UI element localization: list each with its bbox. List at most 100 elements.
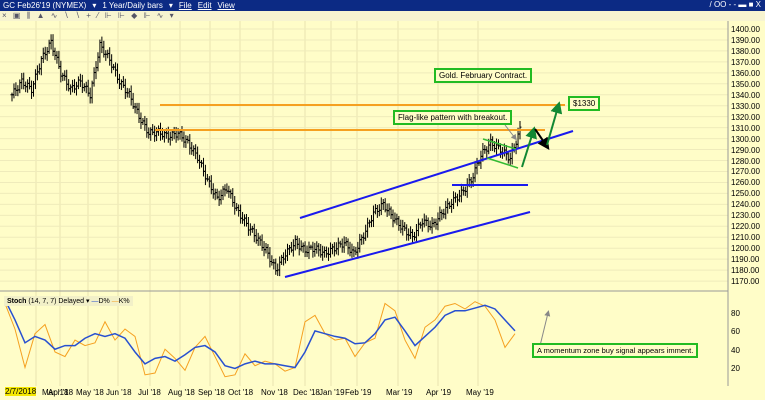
flag-annotation: Flag-like pattern with breakout.	[393, 110, 513, 125]
price-bar	[266, 244, 270, 259]
price-bar	[123, 78, 127, 100]
stoch-k-label: K%	[118, 298, 130, 305]
price-bar	[14, 82, 18, 96]
date-tick: Apr '19	[426, 388, 452, 397]
price-tick: 1270.00	[731, 167, 760, 177]
price-chart[interactable]	[0, 0, 765, 400]
price-bar	[438, 206, 442, 222]
price-bar	[303, 241, 307, 258]
price-bar	[305, 245, 309, 258]
price-tick: 1350.00	[731, 79, 760, 89]
price-bar	[133, 102, 137, 114]
stoch-name: Stoch	[7, 298, 27, 305]
price-bar	[78, 73, 82, 87]
stoch-legend[interactable]: Stoch (14, 7, 7) Delayed ▾ —D% —K%	[4, 296, 133, 306]
price-tick: 1180.00	[731, 266, 760, 276]
projection-arrow-up-2	[546, 101, 563, 146]
target-annotation: $1330	[568, 96, 601, 111]
price-bar	[495, 138, 499, 156]
price-bar	[102, 40, 106, 58]
price-tick: 1310.00	[731, 123, 760, 133]
price-bar	[448, 201, 452, 209]
price-tick: 1200.00	[731, 244, 760, 254]
price-bar	[188, 134, 192, 155]
price-bar	[119, 79, 123, 91]
price-bar	[186, 135, 190, 144]
price-bar	[465, 178, 469, 198]
price-bar	[200, 159, 204, 168]
price-bar	[364, 224, 368, 241]
price-bar	[43, 46, 47, 60]
price-bar	[285, 243, 289, 261]
price-bar	[170, 129, 174, 141]
price-bar	[76, 76, 80, 90]
price-bar	[414, 223, 418, 244]
price-bar	[243, 214, 247, 227]
price-bar	[315, 241, 319, 254]
price-bar	[366, 217, 370, 238]
price-bar	[311, 241, 315, 258]
price-bar	[301, 242, 305, 253]
price-bar	[407, 228, 411, 241]
flag-lower-line	[486, 157, 519, 169]
stoch-tick: 80	[731, 309, 740, 318]
price-bar	[49, 34, 53, 50]
price-bar	[440, 209, 444, 221]
price-bar	[139, 112, 143, 129]
price-bar	[215, 188, 219, 200]
price-bar	[498, 143, 502, 158]
stoch-d-label: D%	[98, 298, 110, 305]
price-bar	[41, 47, 45, 64]
price-bar	[127, 88, 131, 98]
price-bar	[510, 142, 514, 165]
price-tick: 1220.00	[731, 222, 760, 232]
price-bar	[332, 242, 336, 257]
price-bar	[110, 54, 114, 74]
date-tick: Apr '18	[48, 388, 74, 397]
stoch-dropdown-arrow-icon[interactable]: ▾	[86, 298, 90, 305]
price-bar	[141, 117, 145, 126]
price-bar	[190, 141, 194, 155]
price-bar	[256, 232, 260, 246]
price-bar	[342, 236, 346, 253]
price-bar	[389, 206, 393, 220]
price-bar	[53, 47, 57, 61]
price-bar	[10, 92, 14, 102]
price-bar	[241, 211, 245, 224]
price-bar	[114, 62, 118, 77]
price-bar	[162, 129, 166, 143]
price-bar	[430, 217, 434, 234]
price-tick: 1190.00	[731, 255, 760, 265]
price-bar	[454, 192, 458, 203]
price-bar	[233, 195, 237, 215]
date-cursor-label: 2/7/2018	[5, 387, 37, 396]
price-bar	[420, 218, 424, 232]
price-bar	[360, 234, 364, 245]
price-bar	[340, 238, 344, 253]
price-bar	[108, 47, 112, 66]
price-bar	[180, 126, 184, 142]
momentum-annotation: A momentum zone buy signal appears immen…	[532, 343, 699, 358]
date-tick: May '18	[76, 388, 104, 397]
price-tick: 1170.00	[731, 277, 760, 287]
price-tick: 1380.00	[731, 46, 760, 56]
date-tick: Aug '18	[168, 388, 195, 397]
price-bar	[22, 72, 26, 90]
price-bar	[391, 209, 395, 228]
price-bar	[287, 244, 291, 256]
price-bar	[446, 198, 450, 214]
price-bar	[153, 125, 157, 142]
price-bar	[88, 87, 92, 104]
price-bar	[289, 241, 293, 253]
date-tick: Jul '18	[138, 388, 161, 397]
price-bar	[20, 72, 24, 90]
price-bar	[47, 39, 51, 54]
channel-lower-line	[284, 211, 531, 278]
price-bar	[514, 140, 518, 155]
date-tick: Oct '18	[228, 388, 254, 397]
price-bar	[250, 225, 254, 233]
flag-pointer-arrow	[504, 124, 517, 141]
price-tick: 1300.00	[731, 134, 760, 144]
price-bar	[194, 144, 198, 160]
price-bar	[213, 188, 217, 201]
